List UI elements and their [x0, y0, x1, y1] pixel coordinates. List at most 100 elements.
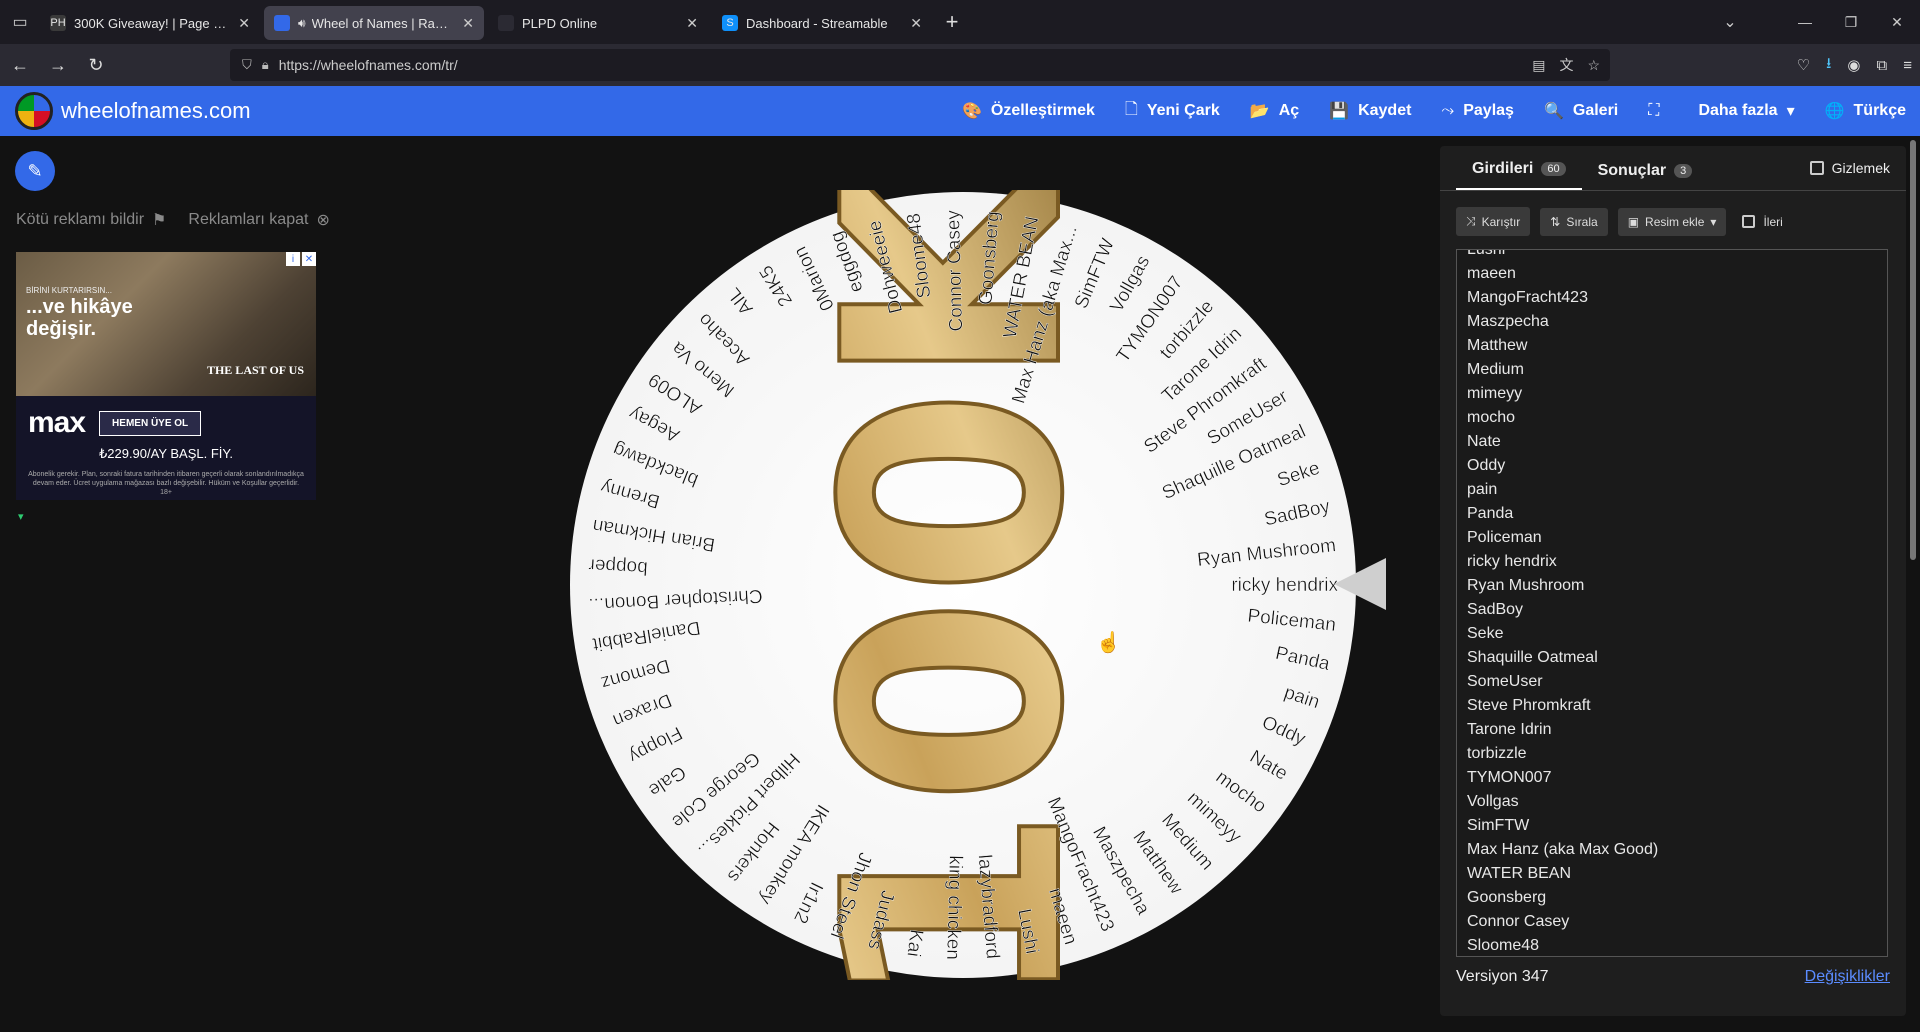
list-item[interactable]: Nate [1467, 430, 1877, 454]
tab-entries-label: Girdileri [1472, 160, 1534, 177]
list-all-tabs-icon[interactable]: ⌄ [1710, 0, 1750, 44]
browser-tab[interactable]: 🔊︎ Wheel of Names | Rastgele ✕ [264, 6, 484, 40]
menu-item[interactable]: 🌐 Türkçe [1825, 101, 1906, 121]
menu-item[interactable]: 💾 Kaydet [1329, 101, 1411, 121]
page-scrollbar[interactable] [1910, 140, 1916, 560]
list-item[interactable]: Connor Casey [1467, 910, 1877, 934]
minimize-icon[interactable]: — [1782, 0, 1828, 44]
shuffle-label: Karıştır [1481, 214, 1521, 229]
menu-item[interactable]: ⛶ [1648, 102, 1668, 120]
browser-tab[interactable]: PH 300K Giveaway! | Page 5 | Perpl ✕ [40, 6, 260, 40]
hide-checkbox[interactable]: Gizlemek [1809, 160, 1890, 176]
list-item[interactable]: pain [1467, 478, 1877, 502]
new-tab-button[interactable]: + [936, 6, 968, 38]
list-item[interactable]: maeen [1467, 262, 1877, 286]
tab-close-icon[interactable]: ✕ [686, 15, 698, 32]
list-item[interactable]: Vollgas [1467, 790, 1877, 814]
tab-close-icon[interactable]: ✕ [910, 15, 922, 32]
shuffle-button[interactable]: ⤨ Karıştır [1456, 207, 1531, 236]
list-item[interactable]: Steve Phromkraft [1467, 694, 1877, 718]
close-ad-icon[interactable]: ✕ [302, 252, 316, 266]
list-item[interactable]: MangoFracht423 [1467, 286, 1877, 310]
tab-close-icon[interactable]: ✕ [238, 15, 250, 32]
list-item[interactable]: Oddy [1467, 454, 1877, 478]
menu-item[interactable]: 🎨 Özelleştirmek [962, 101, 1095, 121]
list-item[interactable]: Goonsberg [1467, 886, 1877, 910]
list-item[interactable]: Tarone Idrin [1467, 718, 1877, 742]
list-item[interactable]: SimFTW [1467, 814, 1877, 838]
list-item[interactable]: mimeyy [1467, 382, 1877, 406]
translate-icon[interactable]: 文 [1559, 55, 1573, 75]
advanced-checkbox[interactable]: İleri [1742, 215, 1783, 229]
menu-item[interactable]: 🔍 Galeri [1544, 101, 1618, 121]
list-item[interactable]: torbizzle [1467, 742, 1877, 766]
browser-tab[interactable]: S Dashboard - Streamable ✕ [712, 6, 932, 40]
add-image-button[interactable]: ▣ Resim ekle ▾ [1617, 207, 1727, 236]
close-ads-link[interactable]: Reklamları kapat ⊗ [188, 210, 329, 230]
list-item[interactable]: Panda [1467, 502, 1877, 526]
report-ad-link[interactable]: Kötü reklamı bildir ⚑ [16, 210, 166, 230]
list-item[interactable]: SomeUser [1467, 670, 1877, 694]
tab-entries[interactable]: Girdileri 60 [1456, 160, 1582, 190]
url-text[interactable]: https://wheelofnames.com/tr/ [279, 57, 458, 73]
close-window-icon[interactable]: ✕ [1874, 0, 1920, 44]
list-item[interactable]: Maszpecha [1467, 310, 1877, 334]
list-item[interactable]: Policeman [1467, 526, 1877, 550]
list-item[interactable]: Sloome48 [1467, 934, 1877, 956]
list-item[interactable]: Ryan Mushroom [1467, 574, 1877, 598]
menu-item[interactable]: ⤳ Paylaş [1441, 102, 1514, 120]
tab-audio-icon[interactable]: 🔊︎ [298, 16, 306, 31]
list-item[interactable]: TYMON007 [1467, 766, 1877, 790]
menu-item-label: Paylaş [1463, 102, 1514, 119]
restore-icon[interactable]: ❐ [1828, 0, 1874, 44]
site-logo[interactable] [15, 92, 53, 130]
advanced-checkbox-box[interactable] [1742, 215, 1756, 228]
tab-title: PLPD Online [522, 15, 598, 31]
list-item[interactable]: Lushi [1467, 250, 1877, 262]
forward-icon[interactable]: → [40, 49, 76, 81]
wheel-canvas[interactable]: 100K ricky hendrixRyan MushroomSadBoySek… [568, 142, 1358, 1016]
url-bar[interactable]: ⛉ 🔒︎ https://wheelofnames.com/tr/ ▤ 文 ☆ [230, 49, 1610, 81]
tab-close-icon[interactable]: ✕ [462, 15, 474, 32]
pocket-icon[interactable]: ♡ [1797, 56, 1810, 74]
download-icon[interactable]: ⭳ [1826, 53, 1831, 78]
menu-item[interactable]: 📂 Aç [1250, 101, 1299, 121]
site-name[interactable]: wheelofnames.com [61, 98, 251, 124]
wheel[interactable]: 100K ricky hendrix Ryan Mushroom SadBoy Sek… [568, 142, 1358, 1016]
extensions-icon[interactable]: ⧉ [1877, 57, 1888, 74]
list-item[interactable]: Max Hanz (aka Max Good) [1467, 838, 1877, 862]
image-icon: ▣ [1627, 214, 1640, 229]
hide-checkbox-box[interactable] [1809, 161, 1824, 175]
ad-cta-button[interactable]: HEMEN ÜYE OL [99, 410, 202, 436]
ad-choices[interactable]: i ✕ [286, 252, 316, 266]
shield-icon[interactable]: ⛉ [242, 57, 252, 73]
menu-item[interactable]: Daha fazla ▾ [1698, 101, 1794, 121]
list-item[interactable]: WATER BEAN [1467, 862, 1877, 886]
account-icon[interactable]: ◉ [1847, 56, 1860, 74]
list-item[interactable]: Shaquille Oatmeal [1467, 646, 1877, 670]
list-item[interactable]: ricky hendrix [1467, 550, 1877, 574]
tab-list-icon[interactable]: ▭ [0, 0, 40, 44]
tab-results[interactable]: Sonuçlar 3 [1582, 162, 1709, 190]
reader-view-icon[interactable]: ▤ [1532, 57, 1545, 74]
menu-item[interactable]: 🗋 Yeni Çark [1125, 98, 1220, 125]
browser-tab-bar: ▭ PH 300K Giveaway! | Page 5 | Perpl ✕ 🔊︎ Wh… [0, 0, 1920, 44]
browser-tab[interactable]: PLPD Online ✕ [488, 6, 708, 40]
list-item[interactable]: mocho [1467, 406, 1877, 430]
sort-button[interactable]: ⇅ Sırala [1540, 207, 1608, 236]
list-item[interactable]: SadBoy [1467, 598, 1877, 622]
list-item[interactable]: Seke [1467, 622, 1877, 646]
changes-link[interactable]: Değişiklikler [1805, 968, 1890, 986]
list-item[interactable]: Matthew [1467, 334, 1877, 358]
reload-icon[interactable]: ↻ [78, 49, 114, 81]
list-item[interactable]: Medium [1467, 358, 1877, 382]
menu-icon[interactable]: ≡ [1903, 57, 1912, 74]
entries-textarea[interactable]: Lushi maeen MangoFracht423 Maszpecha Matthew… [1456, 249, 1888, 957]
ad-banner[interactable]: i ✕ BİRİNİ KURTARIRSIN... ...ve hikâye de… [16, 252, 316, 500]
bookmark-star-icon[interactable]: ☆ [1587, 57, 1600, 74]
back-icon[interactable]: ← [2, 49, 38, 81]
info-icon[interactable]: i [286, 252, 300, 266]
edit-button[interactable]: ✎ [15, 151, 55, 191]
lock-icon[interactable]: 🔒︎ [262, 57, 269, 73]
tab-title: 300K Giveaway! | Page 5 | Perpl [74, 15, 230, 31]
